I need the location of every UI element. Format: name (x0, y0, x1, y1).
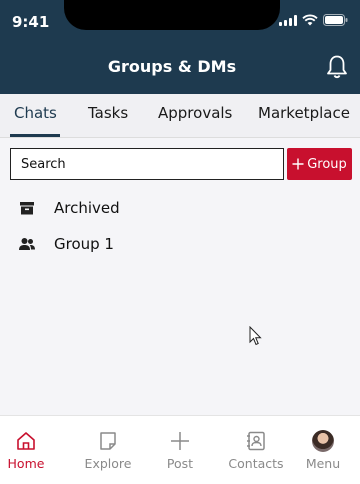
nav-explore[interactable]: Explore (73, 430, 143, 471)
list-item-group-1[interactable]: Group 1 (18, 235, 114, 253)
home-icon (17, 432, 35, 450)
nav-post[interactable]: Post (145, 430, 215, 471)
nav-label: Contacts (228, 456, 284, 471)
nav-label: Home (7, 456, 45, 471)
tab-marketplace[interactable]: Marketplace (258, 104, 350, 122)
app-header: 9:41 Groups & DMs (0, 0, 360, 94)
tab-chats[interactable]: Chats (14, 104, 57, 122)
device-notch (64, 0, 280, 30)
add-group-label: Group (307, 156, 347, 172)
nav-label: Explore (84, 456, 132, 471)
contacts-icon (247, 431, 265, 451)
add-group-button[interactable]: Group (287, 148, 352, 180)
list-item-label: Archived (54, 199, 120, 217)
people-icon (19, 238, 35, 250)
explore-icon (100, 432, 116, 450)
battery-icon (323, 14, 348, 26)
active-tab-indicator (10, 134, 60, 137)
cellular-signal-icon (279, 14, 297, 26)
search-input[interactable] (21, 156, 283, 172)
mouse-cursor-icon (249, 326, 262, 346)
tab-tasks[interactable]: Tasks (88, 104, 128, 122)
status-icons (279, 14, 348, 26)
archive-icon (20, 202, 34, 215)
wifi-icon (302, 14, 318, 26)
list-item-label: Group 1 (54, 235, 114, 253)
tab-approvals[interactable]: Approvals (158, 104, 232, 122)
avatar (312, 430, 334, 452)
search-field[interactable] (10, 148, 284, 180)
status-time: 9:41 (12, 13, 50, 31)
nav-label: Post (166, 456, 194, 471)
bottom-navigation: Home Explore Post Contacts Menu (0, 415, 360, 484)
list-item-archived[interactable]: Archived (18, 199, 120, 217)
plus-icon (292, 158, 304, 170)
tab-bar: Chats Tasks Approvals Marketplace (0, 94, 360, 138)
nav-menu[interactable]: Menu (288, 430, 358, 471)
nav-contacts[interactable]: Contacts (221, 430, 291, 471)
nav-label: Menu (305, 456, 341, 471)
page-title: Groups & DMs (107, 57, 237, 76)
notification-bell-icon[interactable] (326, 54, 348, 80)
plus-icon (171, 432, 189, 450)
nav-home[interactable]: Home (0, 430, 61, 471)
